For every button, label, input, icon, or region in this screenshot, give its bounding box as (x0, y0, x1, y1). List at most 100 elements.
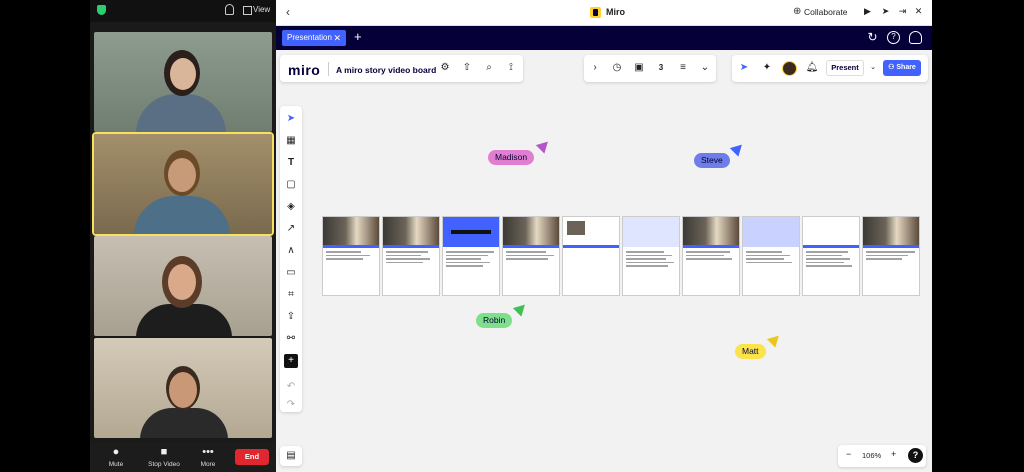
frame-text-line (626, 251, 664, 253)
send-icon[interactable]: ➤ (879, 5, 892, 18)
participant-icon[interactable] (225, 4, 234, 15)
screen-share-icon[interactable]: ▣ (632, 61, 646, 75)
close-icon[interactable]: ✕ (912, 5, 925, 18)
frame-text-line (386, 261, 423, 263)
frame-text-line (506, 258, 548, 260)
comment-icon[interactable]: ▭ (284, 266, 298, 280)
frame-text-line (386, 254, 421, 256)
plugin-icon[interactable]: ⟟ (504, 61, 518, 75)
voting-icon[interactable]: 3 (654, 61, 668, 75)
present-button[interactable]: Present (826, 60, 864, 76)
storyboard-frame[interactable] (862, 216, 920, 296)
close-tab-icon[interactable]: ✕ (333, 30, 341, 46)
screen: View ● Mute ■ Stop Video ••• More End ‹ … (0, 0, 1024, 472)
pen-icon[interactable]: ∧ (284, 244, 298, 258)
youtube-icon[interactable]: ▶ (861, 5, 874, 18)
more-button[interactable]: ••• More (196, 446, 220, 468)
notification-bell-icon[interactable]: 🔔︎ (805, 61, 819, 75)
connection-line-icon[interactable]: ↗ (284, 222, 298, 236)
frame-accent-band (323, 245, 379, 248)
storyboard-frame[interactable] (622, 216, 680, 296)
select-tool-icon[interactable]: ➤ (284, 112, 298, 126)
storyboard-frame[interactable] (442, 216, 500, 296)
board-canvas[interactable]: miro A miro story video board ⚙ ⇧ ⌕ ⟟ › … (276, 50, 932, 472)
share-button[interactable]: ⚇ Share (883, 60, 921, 76)
storyboard-frame[interactable] (682, 216, 740, 296)
frame-text-line (686, 251, 730, 253)
frames-panel-toggle[interactable]: ▤ (280, 446, 302, 466)
zoom-level[interactable]: 106% (862, 451, 881, 460)
participant-video-1[interactable] (94, 32, 272, 132)
timer-icon[interactable]: ◷ (610, 61, 624, 75)
shapes-icon[interactable]: ◈ (284, 200, 298, 214)
video-icon: ■ (160, 446, 168, 458)
history-icon[interactable]: ↻ (866, 31, 879, 44)
more-apps-plus-icon[interactable]: + (284, 354, 298, 368)
new-tab-plus-icon[interactable]: + (354, 29, 362, 44)
chevron-right-icon[interactable]: › (588, 61, 602, 75)
settings-gear-icon[interactable]: ⚙ (438, 61, 452, 75)
redo-icon[interactable]: ↷ (284, 398, 298, 412)
frame-text-line (866, 251, 915, 253)
search-icon[interactable]: ⌕ (482, 61, 496, 75)
frame-text-line (806, 251, 848, 253)
participant-video-4[interactable] (94, 338, 272, 438)
upload-media-icon[interactable]: ⇪ (284, 310, 298, 324)
more-chevrons-icon[interactable]: ⌄ (698, 61, 712, 75)
frame-icon[interactable]: ⌗ (284, 288, 298, 302)
tab-bar: Presentation ✕ + ↻ ? (276, 26, 932, 50)
notes-icon[interactable]: ≡ (676, 61, 690, 75)
creation-toolbar: ➤ ▦ T ▢ ◈ ↗ ∧ ▭ ⌗ ⇪ ⚯ + ↶ ↷ (280, 106, 302, 412)
participant-video-2-active-speaker[interactable] (92, 132, 274, 236)
account-icon[interactable] (909, 31, 922, 44)
storyboard-frame[interactable] (802, 216, 860, 296)
mind-map-icon[interactable]: ⚯ (284, 332, 298, 346)
end-meeting-button[interactable]: End (235, 449, 269, 465)
frame-text-line (446, 265, 483, 267)
storyboard-frame[interactable] (562, 216, 620, 296)
view-button[interactable]: View (253, 5, 270, 14)
back-chevron-icon[interactable]: ‹ (286, 5, 290, 19)
undo-icon[interactable]: ↶ (284, 380, 298, 394)
frame-thumbnail (323, 217, 379, 247)
avatar[interactable] (782, 61, 797, 76)
storyboard-frame[interactable] (502, 216, 560, 296)
frame-accent-band (863, 245, 919, 248)
tab-presentation[interactable]: Presentation ✕ (282, 30, 346, 46)
frame-text-line (446, 251, 494, 253)
help-icon[interactable]: ? (908, 448, 923, 463)
present-dropdown-chevron-icon[interactable]: ⌄ (866, 61, 880, 75)
export-icon[interactable]: ⇥ (896, 5, 909, 18)
upload-icon[interactable]: ⇧ (460, 61, 474, 75)
storyboard-frame[interactable] (742, 216, 800, 296)
mute-button[interactable]: ● Mute (104, 446, 128, 468)
help-circle-icon[interactable]: ? (887, 31, 900, 44)
security-shield-icon[interactable] (97, 5, 106, 15)
text-tool-icon[interactable]: T (284, 156, 298, 170)
miro-wordmark[interactable]: miro (288, 62, 320, 78)
gallery-grid-icon[interactable] (243, 6, 252, 15)
zoom-in-icon[interactable]: + (891, 449, 896, 459)
frame-thumbnail (803, 217, 859, 247)
frames-list-icon: ▤ (286, 450, 296, 461)
participant-video-3[interactable] (94, 236, 272, 336)
collaborate-button[interactable]: Collaborate (804, 7, 847, 17)
cursor-select-icon[interactable]: ➤ (737, 61, 751, 75)
collaborate-icon: ⊕ (793, 6, 802, 17)
reactions-icon[interactable]: ✦ (760, 61, 774, 75)
cursor-matt: Matt (735, 344, 766, 359)
stop-video-button[interactable]: ■ Stop Video (144, 446, 184, 468)
frame-text-line (746, 258, 784, 260)
frame-text-line (806, 261, 844, 263)
share-label: Share (896, 64, 916, 71)
templates-icon[interactable]: ▦ (284, 134, 298, 148)
board-name[interactable]: A miro story video board (336, 65, 436, 75)
sticky-note-icon[interactable]: ▢ (284, 178, 298, 192)
zoom-top-bar: View (90, 0, 276, 22)
mute-label: Mute (108, 461, 124, 468)
storyboard-frame[interactable] (382, 216, 440, 296)
zoom-out-icon[interactable]: − (846, 449, 851, 459)
cursor-madison-arrow-icon (535, 137, 553, 154)
storyboard-frame[interactable] (322, 216, 380, 296)
frame-text (626, 251, 676, 269)
